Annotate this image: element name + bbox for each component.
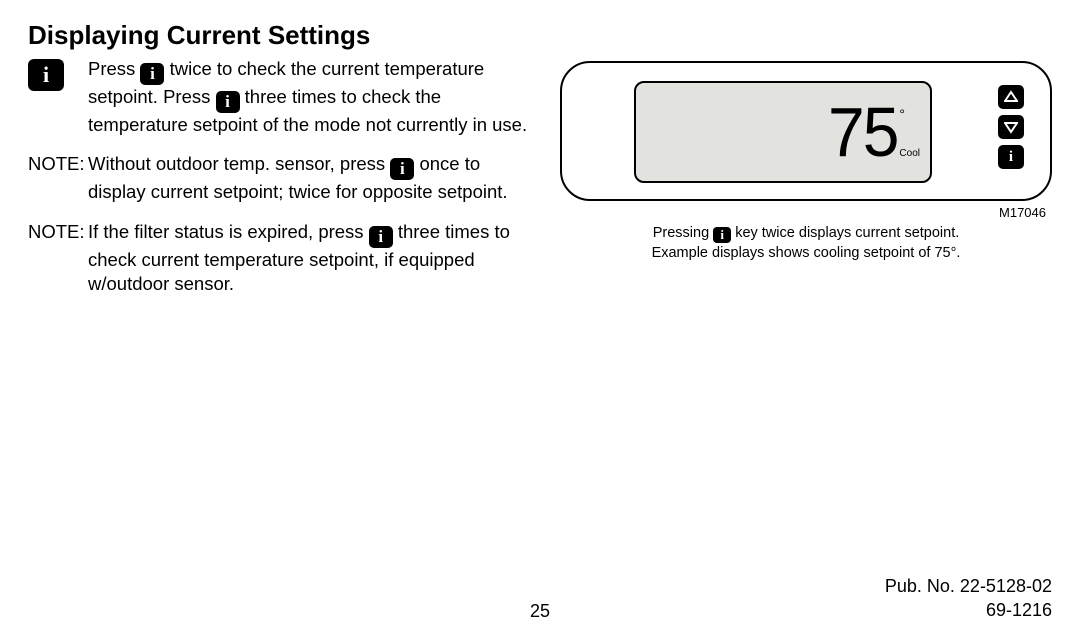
document-code: 69-1216 (885, 599, 1052, 622)
instruction-body: i Press i twice to check the current tem… (28, 57, 538, 311)
lcd-screen: 75 ° Cool (634, 81, 932, 183)
info-icon: i (369, 226, 393, 248)
chevron-down-icon (1004, 120, 1018, 134)
degree-symbol: ° (899, 107, 905, 121)
chevron-up-icon (1004, 90, 1018, 104)
publication-number: Pub. No. 22-5128-02 (885, 575, 1052, 598)
info-icon: i (28, 59, 64, 91)
down-button[interactable] (998, 115, 1024, 139)
note-label: NOTE: (28, 152, 88, 204)
temperature-readout: 75 (828, 97, 897, 166)
info-icon: i (1009, 149, 1013, 166)
up-button[interactable] (998, 85, 1024, 109)
info-button[interactable]: i (998, 145, 1024, 169)
info-icon: i (140, 63, 164, 85)
mode-label: Cool (899, 149, 920, 159)
section-heading: Displaying Current Settings (28, 20, 1052, 51)
info-icon: i (713, 227, 731, 243)
note-label: NOTE: (28, 220, 88, 295)
info-icon: i (216, 91, 240, 113)
page-number: 25 (530, 601, 550, 622)
note-1: NOTE: Without outdoor temp. sensor, pres… (28, 152, 538, 204)
info-icon: i (390, 158, 414, 180)
figure-id: M17046 (560, 205, 1052, 220)
page-footer: 25 Pub. No. 22-5128-02 69-1216 (28, 575, 1052, 622)
intro-paragraph: i Press i twice to check the current tem… (28, 57, 538, 136)
thermostat-illustration: 75 ° Cool i (560, 61, 1052, 201)
figure-caption: Pressing i key twice displays current se… (560, 224, 1052, 263)
note-2: NOTE: If the filter status is expired, p… (28, 220, 538, 295)
